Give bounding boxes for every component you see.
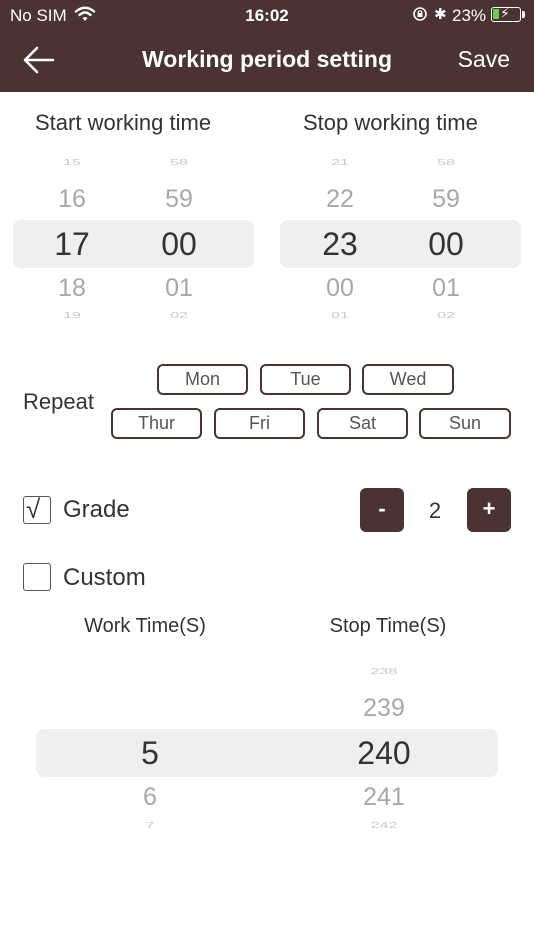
- stop-time-wheel[interactable]: 238 239 240 241 242: [334, 665, 434, 837]
- stop-minute-selected: 00: [428, 226, 464, 262]
- start-time-picker[interactable]: 15 16 17 18 19 58 59 00 01 02: [13, 158, 254, 321]
- start-hour-selected: 17: [54, 226, 90, 262]
- day-button-mon[interactable]: Mon: [157, 364, 248, 395]
- nav-bar: Working period setting Save: [0, 38, 534, 84]
- custom-checkbox[interactable]: [23, 563, 51, 591]
- battery-percent: 23%: [452, 6, 487, 25]
- start-hour-wheel[interactable]: 15 16 17 18 19: [39, 158, 105, 321]
- start-minute-wheel[interactable]: 58 59 00 01 02: [146, 158, 212, 321]
- checkmark-icon: √: [26, 494, 41, 524]
- grade-decrement-button[interactable]: -: [360, 488, 404, 532]
- stop-time-selected: 240: [357, 735, 411, 771]
- charging-bolt-icon: ⚡: [500, 5, 510, 21]
- grade-label: Grade: [63, 496, 130, 523]
- bluetooth-icon: ✱: [434, 6, 447, 23]
- custom-time-picker[interactable]: 5 6 7 238 239 240 241 242: [36, 665, 498, 837]
- custom-label: Custom: [63, 564, 146, 591]
- work-time-selected: 5: [141, 735, 159, 771]
- status-bar: No SIM 16:02 ✱ 23% ⚡: [0, 0, 534, 30]
- start-hour-below: 18: [58, 274, 86, 302]
- grade-checkbox[interactable]: √: [23, 494, 51, 524]
- stop-time-header: Stop Time(S): [329, 615, 447, 637]
- stop-minute-far-below: 02: [437, 311, 455, 321]
- work-time-below: 6: [143, 783, 157, 811]
- stop-hour-far-below: 01: [331, 311, 349, 321]
- grade-value: 2: [428, 498, 442, 523]
- work-time-far-below: 7: [145, 821, 155, 831]
- battery-icon: ⚡: [491, 5, 521, 22]
- day-button-tue[interactable]: Tue: [260, 364, 351, 395]
- work-time-wheel[interactable]: 5 6 7: [110, 665, 190, 837]
- start-hour-far-below: 19: [63, 311, 81, 321]
- start-minute-far-below: 02: [170, 311, 188, 321]
- stop-minute-below: 01: [432, 274, 460, 302]
- start-hour-above: 16: [58, 185, 86, 213]
- stop-time-far-below: 242: [370, 821, 398, 831]
- day-button-sat[interactable]: Sat: [317, 408, 408, 439]
- stop-time-label: Stop working time: [303, 110, 478, 135]
- day-button-fri[interactable]: Fri: [214, 408, 305, 439]
- page-title: Working period setting: [141, 46, 393, 72]
- stop-time-above: 239: [363, 694, 405, 722]
- start-minute-selected: 00: [161, 226, 197, 262]
- stop-time-picker[interactable]: 21 22 23 00 01 58 59 00 01 02: [280, 158, 521, 321]
- orientation-lock-icon: [413, 7, 427, 21]
- stop-time-below: 241: [363, 783, 405, 811]
- repeat-label: Repeat: [23, 389, 94, 414]
- day-button-thur[interactable]: Thur: [111, 408, 202, 439]
- start-minute-far-above: 58: [170, 158, 188, 168]
- start-time-label: Start working time: [35, 110, 212, 135]
- stop-minute-wheel[interactable]: 58 59 00 01 02: [413, 158, 479, 321]
- stop-minute-above: 59: [432, 185, 460, 213]
- grade-increment-button[interactable]: +: [467, 488, 511, 532]
- work-time-header: Work Time(S): [84, 615, 206, 637]
- app-header: No SIM 16:02 ✱ 23% ⚡ Working period sett…: [0, 0, 534, 92]
- stop-minute-far-above: 58: [437, 158, 455, 168]
- save-button[interactable]: Save: [458, 46, 510, 73]
- start-minute-above: 59: [165, 185, 193, 213]
- stop-hour-far-above: 21: [331, 158, 349, 168]
- stop-hour-wheel[interactable]: 21 22 23 00 01: [307, 158, 373, 321]
- stop-hour-below: 00: [326, 274, 354, 302]
- stop-hour-above: 22: [326, 185, 354, 213]
- stop-hour-selected: 23: [322, 226, 358, 262]
- start-hour-far-above: 15: [63, 158, 81, 168]
- day-button-wed[interactable]: Wed: [362, 364, 454, 395]
- day-button-sun[interactable]: Sun: [419, 408, 511, 439]
- stop-time-far-above: 238: [370, 667, 398, 677]
- start-minute-below: 01: [165, 274, 193, 302]
